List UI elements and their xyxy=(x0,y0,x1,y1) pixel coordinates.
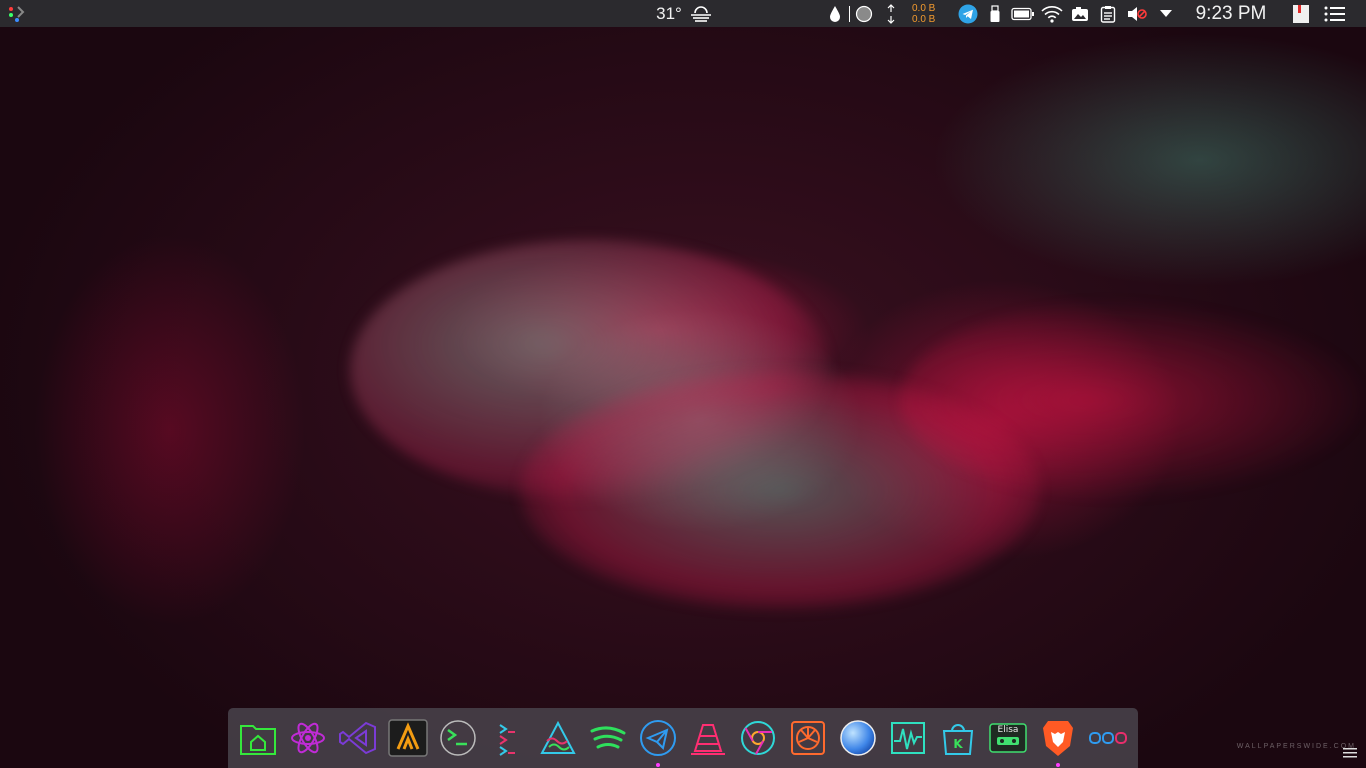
alacritty-icon[interactable] xyxy=(388,718,428,758)
hamburger-menu-icon[interactable] xyxy=(1342,746,1358,760)
notes-icon[interactable] xyxy=(1290,0,1312,27)
activity-monitor-icon[interactable] xyxy=(888,718,928,758)
git-icon[interactable] xyxy=(488,718,528,758)
spotify-icon[interactable] xyxy=(588,718,628,758)
dropdown-arrow-icon[interactable] xyxy=(1157,0,1175,27)
vlc-cone-icon[interactable] xyxy=(688,718,728,758)
wifi-icon[interactable] xyxy=(1040,0,1064,27)
fan-icon[interactable] xyxy=(788,718,828,758)
network-arrows-icon xyxy=(884,0,898,27)
terminal-icon[interactable] xyxy=(438,718,478,758)
screenshot-icon[interactable] xyxy=(1069,0,1091,27)
wallpaper-watermark: WALLPAPERSWIDE.COM xyxy=(1236,743,1356,750)
store-bag-icon[interactable]: K xyxy=(938,718,978,758)
home-folder-icon[interactable] xyxy=(238,718,278,758)
globe-icon[interactable] xyxy=(838,718,878,758)
wave-tent-icon[interactable] xyxy=(538,718,578,758)
record-icon[interactable] xyxy=(853,0,875,27)
weather-fog-icon[interactable] xyxy=(688,0,714,27)
atom-icon[interactable] xyxy=(288,718,328,758)
battery-icon[interactable] xyxy=(1010,0,1036,27)
volume-muted-icon[interactable] xyxy=(1125,0,1149,27)
cassette-icon[interactable]: Elisa xyxy=(988,718,1028,758)
wallpaper-arm xyxy=(900,300,1366,500)
droplet-icon[interactable] xyxy=(826,0,844,27)
running-indicator xyxy=(1056,763,1060,767)
separator-bar xyxy=(846,0,852,27)
brave-lion-icon[interactable] xyxy=(1038,718,1078,767)
chromium-icon[interactable] xyxy=(738,718,778,758)
top-panel: 31° 0.0 B 0.0 B 9:23 PM xyxy=(0,0,1366,27)
ooo-icon[interactable] xyxy=(1088,718,1128,758)
network-speed[interactable]: 0.0 B 0.0 B xyxy=(912,0,944,27)
dock: K Elisa xyxy=(228,708,1138,768)
telegram-icon[interactable] xyxy=(956,0,980,27)
elisa-label: Elisa xyxy=(997,725,1019,735)
visual-studio-icon[interactable] xyxy=(338,718,378,758)
net-up-speed: 0.0 B xyxy=(912,2,936,14)
usb-icon[interactable] xyxy=(985,0,1005,27)
net-down-speed: 0.0 B xyxy=(912,13,936,25)
desktop-wallpaper: WALLPAPERSWIDE.COM xyxy=(0,0,1366,768)
apps-launcher-icon[interactable] xyxy=(4,0,28,27)
svg-text:K: K xyxy=(953,737,963,751)
clipboard-icon[interactable] xyxy=(1097,0,1119,27)
clock[interactable]: 9:23 PM xyxy=(1186,0,1276,27)
temperature-label[interactable]: 31° xyxy=(652,0,686,27)
menu-lines-icon[interactable] xyxy=(1322,0,1348,27)
telegram-dock-icon[interactable] xyxy=(638,718,678,767)
running-indicator xyxy=(656,763,660,767)
